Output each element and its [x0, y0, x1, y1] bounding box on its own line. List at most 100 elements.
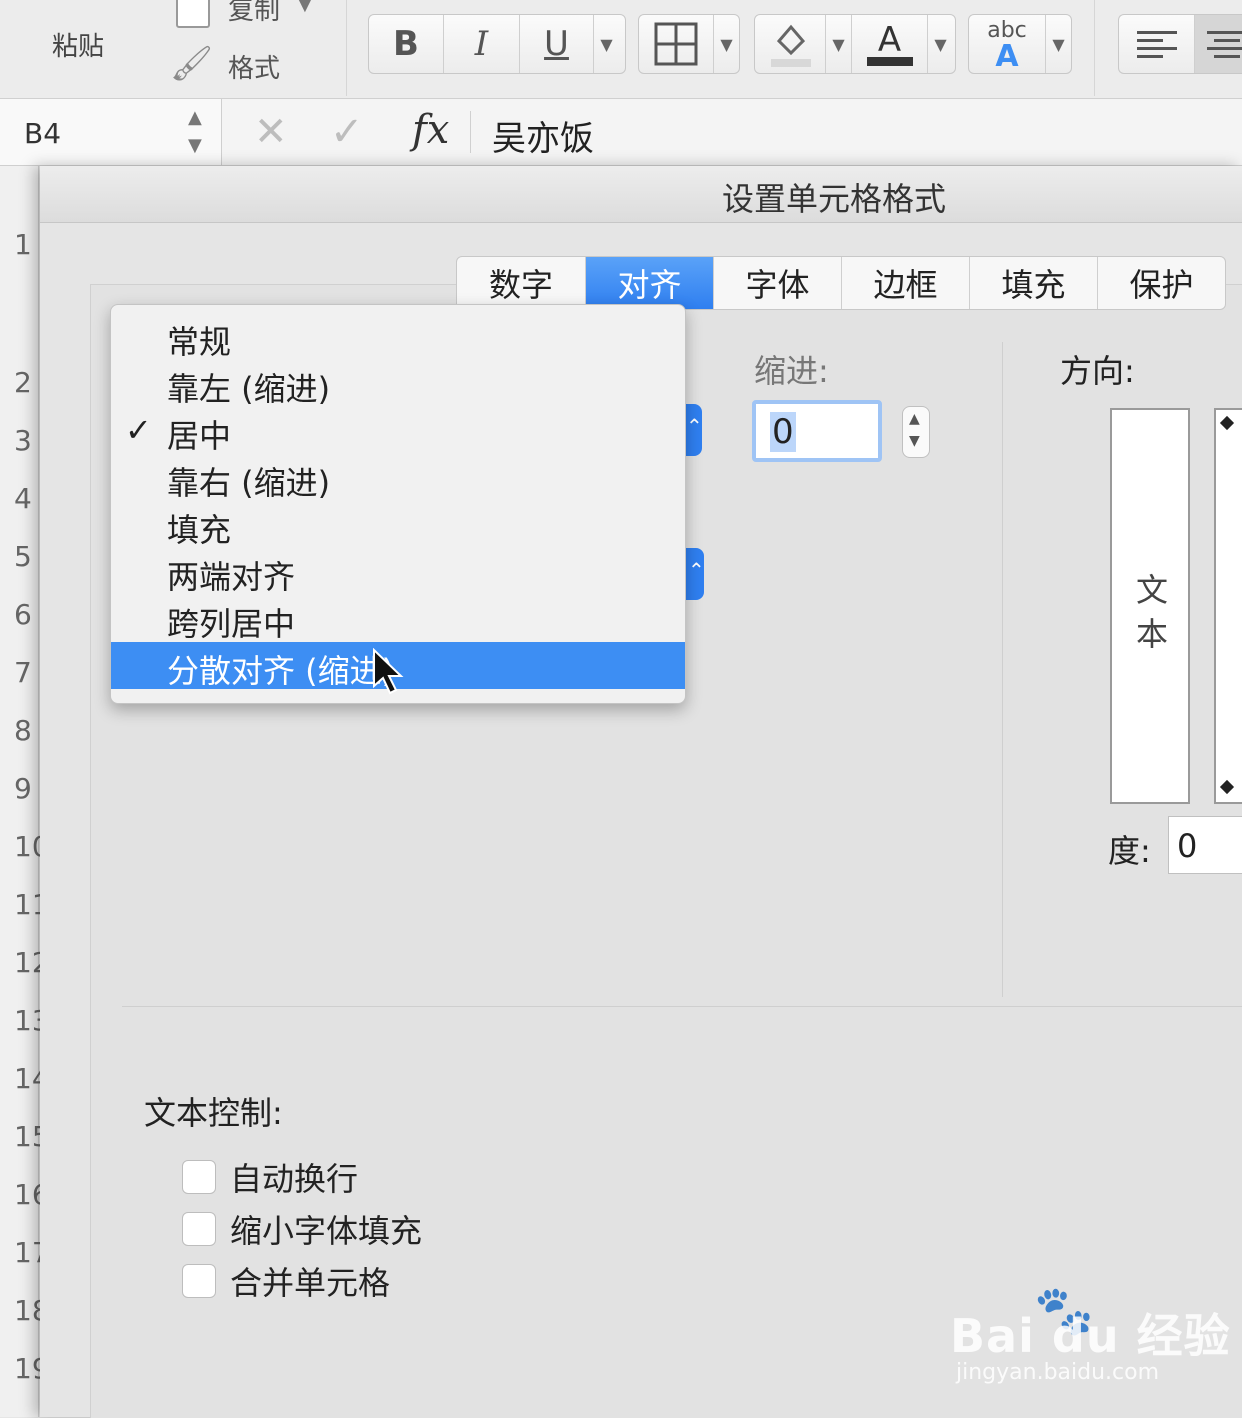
- name-box-up-icon[interactable]: ▲: [188, 107, 202, 128]
- watermark-url: jingyan.baidu.com: [956, 1360, 1160, 1385]
- ribbon-divider: [346, 0, 347, 96]
- checkmark-icon: ✓: [125, 411, 152, 449]
- menu-item-label: 分散对齐 (缩进): [167, 652, 395, 690]
- vertical-text-orientation[interactable]: 文本: [1110, 408, 1190, 804]
- name-box-down-icon[interactable]: ▼: [188, 135, 202, 156]
- menu-item[interactable]: 靠右 (缩进): [111, 454, 685, 502]
- cancel-icon[interactable]: ✕: [254, 109, 288, 155]
- menu-item[interactable]: ✓ 居中: [111, 407, 685, 455]
- border-group: ▼: [638, 14, 740, 74]
- tab-number[interactable]: 数字: [457, 257, 585, 309]
- row-header-strip: 1 2 3 4 5 6 7 8 9 10 11 12 13 14 15 16 17 18 19: [0, 166, 50, 1417]
- copy-icon[interactable]: [176, 0, 210, 28]
- mouse-pointer-icon: [373, 648, 404, 695]
- section-divider-vertical: [1002, 342, 1003, 997]
- menu-item[interactable]: 填充: [111, 501, 685, 549]
- row-number[interactable]: 1: [14, 228, 32, 261]
- tab-alignment[interactable]: 对齐: [585, 257, 713, 309]
- color-group: ▼ A ▼: [754, 14, 956, 74]
- font-color-icon[interactable]: A: [851, 15, 927, 73]
- font-color-dropdown-icon[interactable]: ▼: [927, 15, 953, 73]
- align-group: [1118, 14, 1242, 74]
- degree-value: 0: [1177, 827, 1198, 865]
- font-color-swatch: [866, 56, 913, 66]
- indent-stepper[interactable]: ▲ ▼: [902, 406, 930, 458]
- align-center-icon[interactable]: [1194, 15, 1242, 73]
- vertical-align-popup-button[interactable]: ⌃: [686, 548, 705, 600]
- copy-button[interactable]: 复制: [228, 0, 280, 27]
- fill-color-dropdown-icon[interactable]: ▼: [825, 15, 851, 73]
- menu-item[interactable]: 常规: [111, 313, 685, 361]
- border-icon[interactable]: [639, 15, 713, 73]
- format-painter-icon[interactable]: 🖌: [170, 44, 213, 84]
- insert-function-icon[interactable]: fx: [412, 107, 449, 153]
- formula-input[interactable]: 吴亦饭: [492, 111, 594, 160]
- menu-item-label: 两端对齐: [167, 558, 296, 596]
- vertical-text-sample: 文本: [1135, 571, 1168, 653]
- menu-item-label: 常规: [167, 323, 232, 361]
- bold-button[interactable]: B: [369, 15, 443, 73]
- cell-reference: B4: [24, 117, 62, 150]
- font-color-glyph: A: [877, 19, 902, 60]
- degree-input[interactable]: 0: [1168, 816, 1242, 874]
- shrink-to-fit-checkbox[interactable]: [182, 1212, 216, 1246]
- italic-button[interactable]: I: [443, 15, 519, 73]
- row-number[interactable]: 5: [14, 540, 32, 573]
- indent-input[interactable]: 0: [752, 400, 882, 462]
- dialog-title: 设置单元格格式: [722, 180, 947, 218]
- menu-item[interactable]: 靠左 (缩进): [111, 360, 685, 408]
- degree-label: 度:: [1108, 832, 1151, 870]
- menu-item-label: 靠左 (缩进): [167, 370, 331, 408]
- indent-value: 0: [770, 412, 796, 452]
- watermark-logo: Bai du 经验: [950, 1309, 1231, 1363]
- row-number[interactable]: 4: [14, 482, 32, 515]
- align-left-icon[interactable]: [1119, 15, 1194, 73]
- text-style-group: abc A ▼: [968, 14, 1072, 74]
- text-control-label: 文本控制:: [144, 1094, 283, 1132]
- text-style-icon[interactable]: abc A: [969, 15, 1045, 73]
- chevron-up-icon[interactable]: ▲: [909, 411, 920, 427]
- ribbon-toolbar: 粘贴 复制 ▼ 🖌 格式 B I U ▼ ▼ ▼ A ▼ abc A ▼: [0, 0, 1242, 99]
- merge-cells-checkbox[interactable]: [182, 1264, 216, 1298]
- dialog-tabs: 数字 对齐 字体 边框 填充 保护: [456, 256, 1226, 310]
- underline-button[interactable]: U: [519, 15, 593, 73]
- wrap-text-option[interactable]: 自动换行: [182, 1154, 358, 1200]
- merge-cells-option[interactable]: 合并单元格: [182, 1258, 390, 1304]
- row-number[interactable]: 8: [14, 714, 32, 747]
- name-box[interactable]: B4 ▲ ▼: [0, 99, 222, 165]
- font-style-group: B I U ▼: [368, 14, 626, 74]
- text-style-glyph-bottom: A: [995, 39, 1019, 74]
- formula-divider: [470, 111, 471, 153]
- formula-bar: B4 ▲ ▼ ✕ ✓ fx 吴亦饭: [0, 99, 1242, 166]
- orientation-dial[interactable]: [1214, 408, 1242, 804]
- menu-item[interactable]: 跨列居中: [111, 595, 685, 643]
- underline-dropdown-icon[interactable]: ▼: [593, 15, 619, 73]
- merge-cells-label: 合并单元格: [230, 1264, 391, 1302]
- row-number[interactable]: 9: [14, 772, 32, 805]
- row-number[interactable]: 6: [14, 598, 32, 631]
- shrink-to-fit-option[interactable]: 缩小字体填充: [182, 1206, 422, 1252]
- row-number[interactable]: 7: [14, 656, 32, 689]
- format-painter-button[interactable]: 格式: [228, 48, 280, 85]
- horizontal-align-popup-button[interactable]: ⌃: [684, 404, 703, 456]
- tab-protection[interactable]: 保护: [1097, 257, 1225, 309]
- fill-color-icon[interactable]: [755, 15, 825, 73]
- menu-item[interactable]: 两端对齐: [111, 548, 685, 596]
- text-style-dropdown-icon[interactable]: ▼: [1045, 15, 1071, 73]
- copy-dropdown-icon[interactable]: ▼: [298, 0, 312, 15]
- chevron-down-icon[interactable]: ▼: [909, 433, 920, 449]
- row-number[interactable]: 2: [14, 366, 32, 399]
- dialog-titlebar[interactable]: 设置单元格格式: [40, 166, 1242, 223]
- wrap-text-checkbox[interactable]: [182, 1160, 216, 1194]
- tab-fill[interactable]: 填充: [969, 257, 1097, 309]
- dial-bottom-marker-icon: [1219, 779, 1235, 795]
- paste-button[interactable]: 粘贴: [52, 26, 104, 63]
- border-dropdown-icon[interactable]: ▼: [713, 15, 739, 73]
- tab-font[interactable]: 字体: [713, 257, 841, 309]
- orientation-label: 方向:: [1060, 352, 1135, 390]
- tab-border[interactable]: 边框: [841, 257, 969, 309]
- shrink-to-fit-label: 缩小字体填充: [230, 1212, 423, 1250]
- confirm-icon[interactable]: ✓: [330, 109, 364, 155]
- horizontal-alignment-menu: 常规靠左 (缩进) ✓ 居中 靠右 (缩进) 填充两端对齐 跨列居中分散对齐 (缩进): [110, 304, 686, 704]
- row-number[interactable]: 3: [14, 424, 32, 457]
